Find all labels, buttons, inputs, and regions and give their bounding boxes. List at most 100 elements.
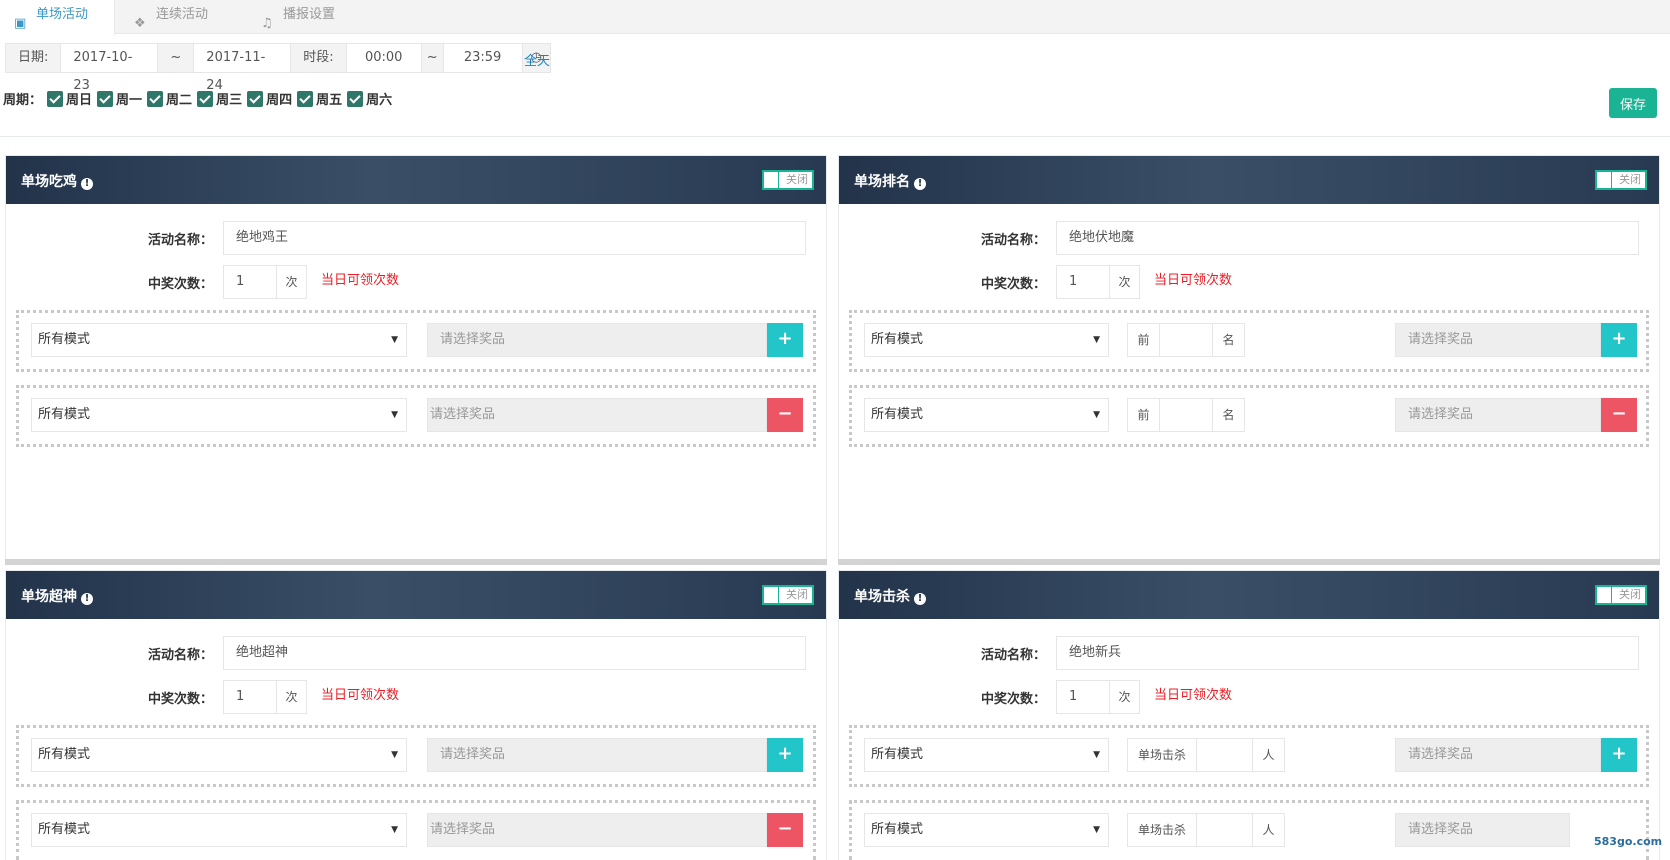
panel-shadow [5,559,827,565]
remove-row-button[interactable]: − [1601,398,1637,432]
prize-select[interactable]: 请选择奖品 [427,398,767,432]
chevron-down-icon: ▼ [1093,825,1100,835]
toggle-switch[interactable]: 关闭 [762,585,814,605]
win-count-unit: 次 [276,680,307,714]
activity-name-input[interactable]: 绝地鸡王 [223,221,806,255]
rank-prefix: 前 [1127,323,1160,357]
mode-select[interactable]: 所有模式 ▼ [864,738,1109,772]
info-icon[interactable]: ! [914,178,926,190]
win-count-input[interactable]: 1 [223,680,277,714]
panel-header: 单场排名! 关闭 [839,156,1659,204]
chevron-down-icon: ▼ [391,750,398,760]
prize-row: 所有模式 ▼ 单场击杀 人 请选择奖品 [849,800,1649,860]
activity-name-label: 活动名称： [148,648,214,663]
checkbox-monday[interactable] [97,90,114,107]
win-count-unit: 次 [1109,680,1140,714]
panel-single-ranking: 单场排名! 关闭 活动名称： 绝地伏地魔 中奖次数： 1 次 当日可领次数 所有… [838,155,1660,560]
info-icon[interactable]: ! [914,593,926,605]
day-label: 周四 [266,93,293,108]
chevron-down-icon: ▼ [1093,335,1100,345]
mode-select[interactable]: 所有模式 ▼ [864,323,1109,357]
checkbox-friday[interactable] [297,90,314,107]
toggle-switch[interactable]: 关闭 [1595,585,1647,605]
cubes-icon: ❖ [134,16,146,31]
kill-suffix: 人 [1252,738,1285,772]
prize-row: 所有模式 ▼ 前 名 请选择奖品 + [849,310,1649,372]
day-label: 周五 [316,93,343,108]
chevron-down-icon: ▼ [391,335,398,345]
divider [0,136,1670,137]
mode-select[interactable]: 所有模式 ▼ [31,323,407,357]
day-label: 周二 [166,93,193,108]
add-row-button[interactable]: + [1601,738,1637,772]
win-count-hint: 当日可领次数 [1154,688,1233,703]
day-label: 周一 [116,93,143,108]
chevron-down-icon: ▼ [391,410,398,420]
activity-name-label: 活动名称： [981,233,1047,248]
win-count-input[interactable]: 1 [1056,265,1110,299]
prize-row: 所有模式 ▼ 前 名 请选择奖品 − [849,385,1649,447]
prize-select[interactable]: 请选择奖品 [1395,398,1601,432]
info-icon[interactable]: ! [81,178,93,190]
mode-select[interactable]: 所有模式 ▼ [31,813,407,847]
rank-prefix: 前 [1127,398,1160,432]
toggle-switch[interactable]: 关闭 [1595,170,1647,190]
toggle-switch[interactable]: 关闭 [762,170,814,190]
tab-continuous-activity[interactable]: ❖ 连续活动 [120,0,250,34]
prize-row: 所有模式 ▼ 请选择奖品 + [16,310,816,372]
activity-name-input[interactable]: 绝地新兵 [1056,636,1639,670]
rank-suffix: 名 [1212,323,1245,357]
prize-select[interactable]: 请选择奖品 [427,813,767,847]
activity-name-input[interactable]: 绝地伏地魔 [1056,221,1639,255]
panel-title: 单场排名! [854,171,926,191]
prize-select[interactable]: 请选择奖品 [1395,813,1570,847]
tab-label: 播报设置 [283,7,336,22]
checkbox-wednesday[interactable] [197,90,214,107]
add-row-button[interactable]: + [767,738,803,772]
checkbox-saturday[interactable] [347,90,364,107]
checkbox-tuesday[interactable] [147,90,164,107]
checkbox-sunday[interactable] [47,90,64,107]
week-label: 周期： [3,93,43,108]
mode-select[interactable]: 所有模式 ▼ [31,398,407,432]
remove-row-button[interactable]: − [767,398,803,432]
rank-input[interactable] [1159,323,1213,357]
mode-select[interactable]: 所有模式 ▼ [864,813,1109,847]
save-button[interactable]: 保存 [1609,88,1657,118]
win-count-input[interactable]: 1 [223,265,277,299]
win-count-label: 中奖次数： [148,692,214,707]
prize-select[interactable]: 请选择奖品 [427,323,767,357]
kill-input[interactable] [1196,813,1253,847]
mode-select[interactable]: 所有模式 ▼ [31,738,407,772]
panel-single-kills: 单场击杀! 关闭 活动名称： 绝地新兵 中奖次数： 1 次 当日可领次数 所有模… [838,570,1660,860]
win-count-input[interactable]: 1 [1056,680,1110,714]
tab-label: 单场活动 [36,7,89,22]
panel-header: 单场击杀! 关闭 [839,571,1659,619]
win-count-hint: 当日可领次数 [321,273,400,288]
tab-single-activity[interactable]: ▣ 单场活动 [0,0,115,35]
allday-link[interactable]: 全天 [524,50,550,69]
tab-broadcast-settings[interactable]: ♫ 播报设置 [247,0,377,34]
prize-select[interactable]: 请选择奖品 [1395,323,1601,357]
add-row-button[interactable]: + [1601,323,1637,357]
prize-select[interactable]: 请选择奖品 [1395,738,1601,772]
time-end-input[interactable]: 23:59 [442,43,523,73]
activity-name-input[interactable]: 绝地超神 [223,636,806,670]
prize-select[interactable]: 请选择奖品 [427,738,767,772]
win-count-unit: 次 [276,265,307,299]
info-icon[interactable]: ! [81,593,93,605]
rank-input[interactable] [1159,398,1213,432]
kill-input[interactable] [1196,738,1253,772]
checkbox-thursday[interactable] [247,90,264,107]
remove-row-button[interactable]: − [767,813,803,847]
date-label: 日期: [5,43,62,73]
prize-row: 所有模式 ▼ 请选择奖品 − [16,385,816,447]
chevron-down-icon: ▼ [1093,750,1100,760]
date-start-input[interactable]: 2017-10-23 [60,43,159,93]
date-end-input[interactable]: 2017-11-24 [193,43,292,93]
day-label: 周日 [66,93,93,108]
cube-icon: ▣ [14,16,27,31]
add-row-button[interactable]: + [767,323,803,357]
time-start-input[interactable]: 00:00 [345,43,422,73]
mode-select[interactable]: 所有模式 ▼ [864,398,1109,432]
